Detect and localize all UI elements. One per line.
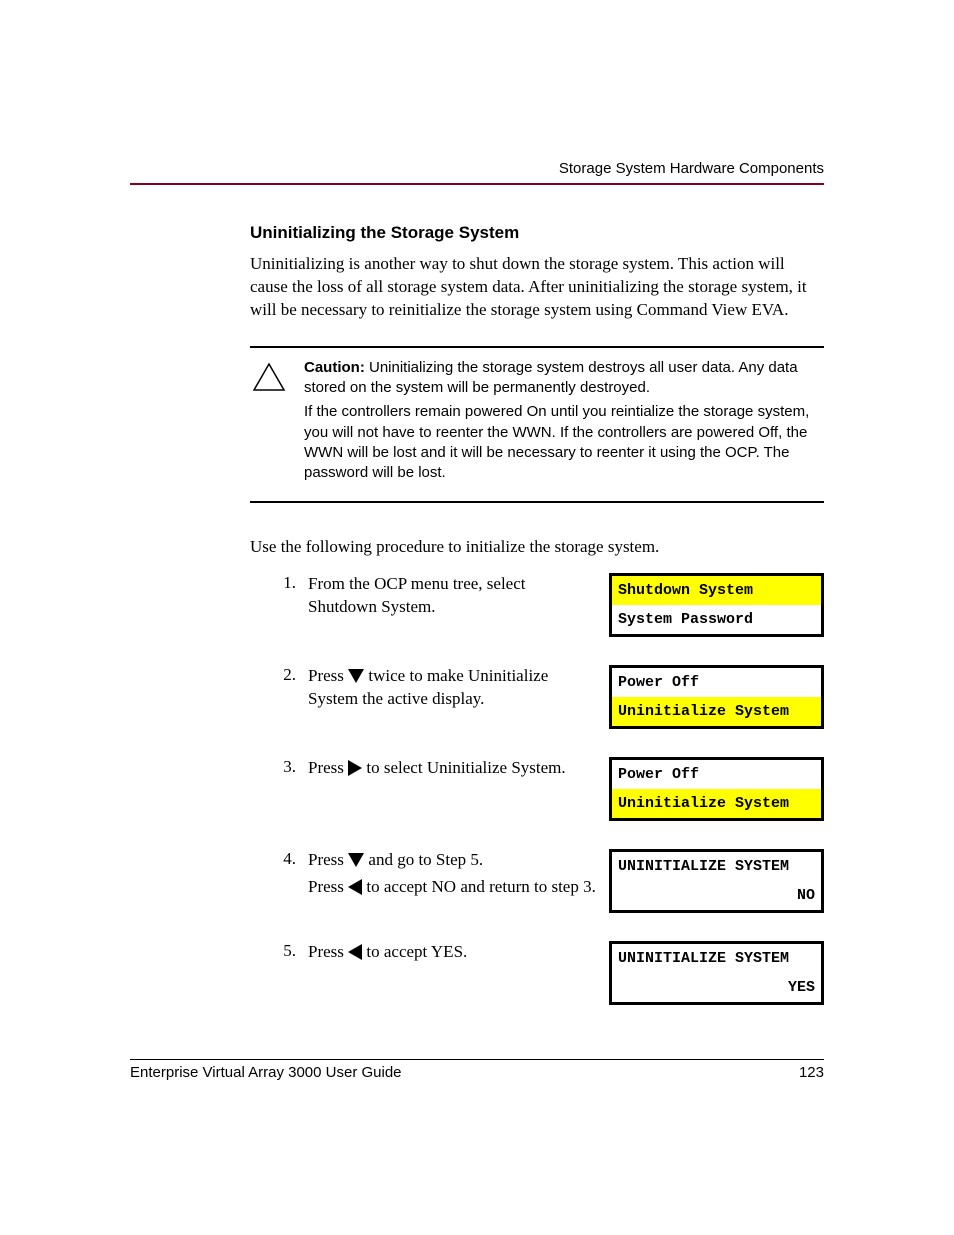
step-num: 3. xyxy=(272,757,296,777)
footer-rule xyxy=(130,1059,824,1060)
ocp-line: UNINITIALIZE SYSTEM xyxy=(612,944,821,973)
arrow-right-icon xyxy=(348,760,362,776)
ocp-line: System Password xyxy=(612,605,821,634)
ocp-line: NO xyxy=(612,881,821,910)
ocp-panel: Power Off Uninitialize System xyxy=(609,757,824,821)
section-title: Uninitializing the Storage System xyxy=(250,223,824,243)
text-post: to accept YES. xyxy=(362,942,467,961)
ocp-line: YES xyxy=(612,973,821,1002)
step-row-5: 5. Press to accept YES. UNINITIALIZE SYS… xyxy=(250,941,824,1005)
ocp-line: Shutdown System xyxy=(612,576,821,605)
ocp-panel: Power Off Uninitialize System xyxy=(609,665,824,729)
text-pre: Press xyxy=(308,850,348,869)
step-row-4: 4. Press and go to Step 5. Press to acce… xyxy=(250,849,824,913)
step-num: 2. xyxy=(272,665,296,685)
ocp-line: Power Off xyxy=(612,760,821,789)
caution-block: Caution: Uninitializing the storage syst… xyxy=(250,346,824,504)
ocp-panel: Shutdown System System Password xyxy=(609,573,824,637)
arrow-left-icon xyxy=(348,879,362,895)
header-section-label: Storage System Hardware Components xyxy=(130,160,824,177)
ocp-line: Power Off xyxy=(612,668,821,697)
text-pre: Press xyxy=(308,758,348,777)
step-row-3: 3. Press to select Uninitialize System. … xyxy=(250,757,824,821)
footer-doc-title: Enterprise Virtual Array 3000 User Guide xyxy=(130,1064,402,1081)
ocp-line: Uninitialize System xyxy=(612,697,821,726)
page-footer: Enterprise Virtual Array 3000 User Guide… xyxy=(130,1059,824,1081)
intro-paragraph: Uninitializing is another way to shut do… xyxy=(250,253,824,322)
lead-text: Use the following procedure to initializ… xyxy=(250,537,824,557)
caution-label: Caution: xyxy=(304,359,365,376)
arrow-left-icon xyxy=(348,944,362,960)
step-body: Press to select Uninitialize System. xyxy=(308,757,597,780)
ocp-panel: UNINITIALIZE SYSTEM NO xyxy=(609,849,824,913)
header-rule xyxy=(130,183,824,185)
text-pre: Press xyxy=(308,877,348,896)
step-row-2: 2. Press twice to make Uninitialize Syst… xyxy=(250,665,824,729)
caution-text: Caution: Uninitializing the storage syst… xyxy=(304,358,824,488)
step-num: 4. xyxy=(272,849,296,869)
caution-icon xyxy=(250,358,288,488)
ocp-line: UNINITIALIZE SYSTEM xyxy=(612,852,821,881)
step-num: 5. xyxy=(272,941,296,961)
footer-page-number: 123 xyxy=(799,1064,824,1081)
text-post: to accept NO and return to step 3. xyxy=(362,877,596,896)
ocp-line: Uninitialize System xyxy=(612,789,821,818)
arrow-down-icon xyxy=(348,853,364,867)
arrow-down-icon xyxy=(348,669,364,683)
text-post: to select Uninitialize System. xyxy=(362,758,566,777)
caution-p2: If the controllers remain powered On unt… xyxy=(304,402,824,483)
text-pre: Press xyxy=(308,942,348,961)
step-num: 1. xyxy=(272,573,296,593)
step-body: Press twice to make Uninitialize System … xyxy=(308,665,597,711)
step-body: From the OCP menu tree, select Shutdown … xyxy=(308,573,597,619)
step-row-1: 1. From the OCP menu tree, select Shutdo… xyxy=(250,573,824,637)
text-post: and go to Step 5. xyxy=(364,850,483,869)
step-body: Press and go to Step 5. Press to accept … xyxy=(308,849,597,903)
caution-p1: Uninitializing the storage system destro… xyxy=(304,359,798,396)
text-pre: Press xyxy=(308,666,348,685)
ocp-panel: UNINITIALIZE SYSTEM YES xyxy=(609,941,824,1005)
step-body: Press to accept YES. xyxy=(308,941,597,964)
